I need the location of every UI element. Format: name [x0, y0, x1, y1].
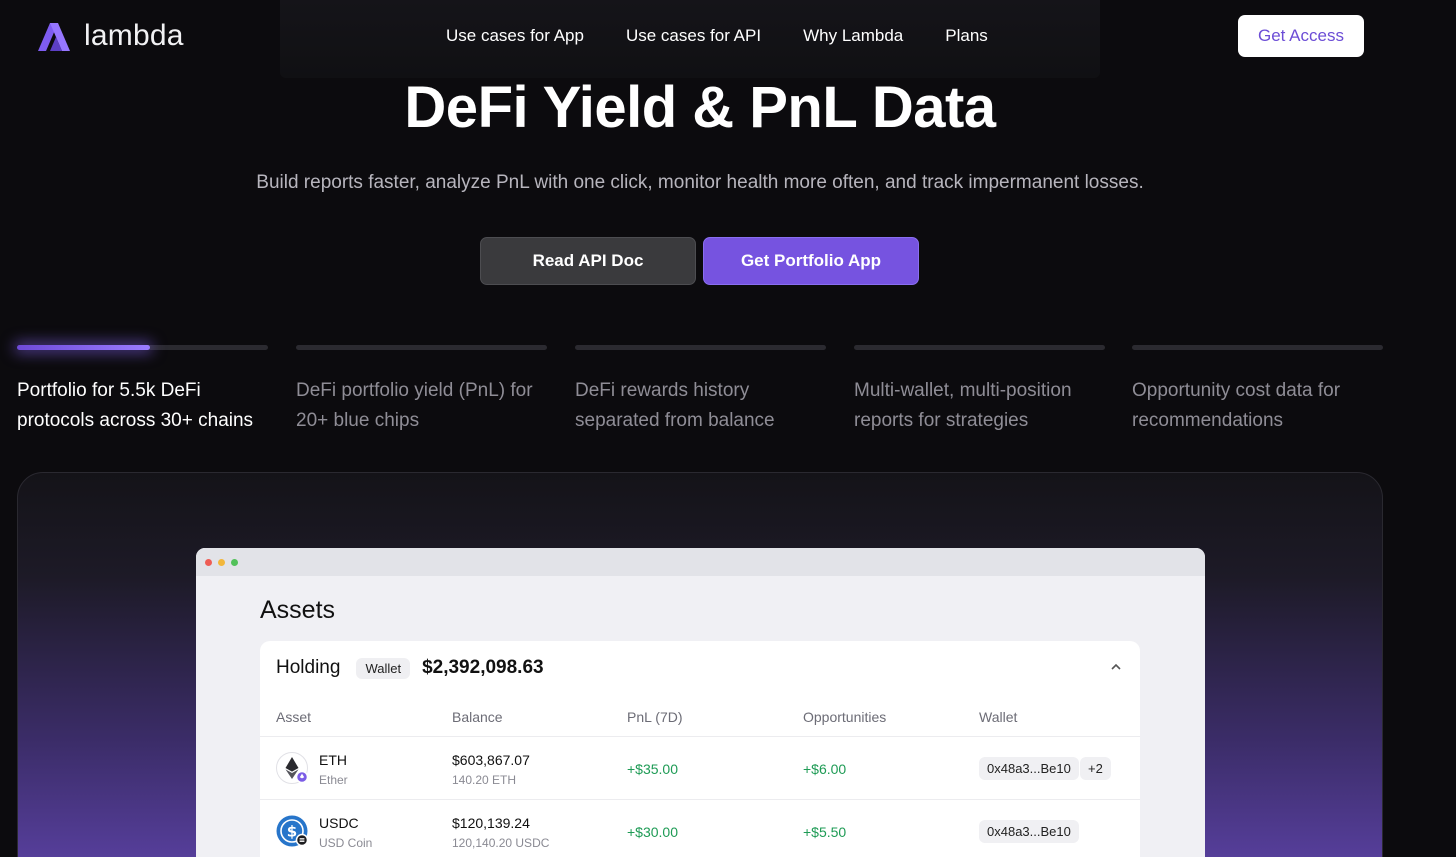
feature-progress-track — [854, 345, 1105, 350]
app-preview-window: Assets Holding Wallet $2,392,098.63 Asse… — [196, 548, 1205, 857]
holding-label: Holding — [276, 657, 341, 678]
feature-tab-multi-wallet[interactable]: Multi-wallet, multi-position reports for… — [854, 345, 1105, 436]
table-row[interactable]: ETH Ether $603,867.07 140.20 ETH +$35.00… — [276, 737, 1136, 799]
feature-tab-label: DeFi rewards history separated from bala… — [575, 380, 775, 431]
window-close-dot-icon — [205, 558, 212, 566]
feature-progress-track — [17, 345, 268, 350]
feature-tab-portfolio[interactable]: Portfolio for 5.5k DeFi protocols across… — [17, 345, 268, 436]
column-header-asset[interactable]: Asset — [276, 709, 311, 725]
nav-link-use-cases-api[interactable]: Use cases for API — [626, 26, 761, 46]
holding-header: Holding Wallet $2,392,098.63 — [276, 657, 544, 679]
column-header-balance[interactable]: Balance — [452, 709, 503, 725]
nav-link-why-lambda[interactable]: Why Lambda — [803, 26, 903, 46]
opportunities-value: +$6.00 — [803, 761, 847, 777]
read-api-doc-button[interactable]: Read API Doc — [480, 237, 696, 285]
asset-name: USD Coin — [319, 836, 373, 850]
column-header-pnl[interactable]: PnL (7D) — [627, 709, 683, 725]
table-row[interactable]: $ USDC USD Coin $120,139.24 120,140.20 U… — [276, 800, 1136, 857]
pnl-value: +$30.00 — [627, 824, 678, 840]
svg-text:$: $ — [287, 823, 297, 841]
wallet-address-chip[interactable]: 0x48a3...Be10 — [979, 820, 1079, 843]
hero-subtitle: Build reports faster, analyze PnL with o… — [256, 172, 1144, 193]
asset-name: Ether — [319, 773, 348, 787]
feature-tab-label: Multi-wallet, multi-position reports for… — [854, 380, 1072, 431]
feature-progress-track — [296, 345, 547, 350]
feature-tab-label: Portfolio for 5.5k DeFi protocols across… — [17, 380, 254, 431]
window-minimize-dot-icon — [218, 558, 225, 566]
hero-title: DeFi Yield & PnL Data — [404, 75, 996, 140]
asset-symbol: USDC — [319, 815, 359, 831]
feature-progress-fill — [17, 345, 151, 350]
assets-title: Assets — [260, 596, 336, 624]
column-header-opportunities[interactable]: Opportunities — [803, 709, 886, 725]
balance-units: 120,140.20 USDC — [452, 836, 550, 850]
feature-tab-opportunity[interactable]: Opportunity cost data for recommendation… — [1132, 345, 1383, 436]
feature-tab-label: Opportunity cost data for recommendation… — [1132, 380, 1341, 431]
feature-tab-yield[interactable]: DeFi portfolio yield (PnL) for 20+ blue … — [296, 345, 547, 436]
get-portfolio-app-button[interactable]: Get Portfolio App — [703, 237, 919, 285]
usdc-icon: $ — [276, 815, 308, 847]
nav-link-use-cases-app[interactable]: Use cases for App — [446, 26, 584, 46]
extra-wallets-chip[interactable]: +2 — [1080, 757, 1111, 780]
pnl-value: +$35.00 — [627, 761, 678, 777]
feature-progress-track — [1132, 345, 1383, 350]
feature-tab-rewards[interactable]: DeFi rewards history separated from bala… — [575, 345, 826, 436]
lambda-logo-icon — [38, 23, 70, 51]
column-header-wallet[interactable]: Wallet — [979, 709, 1017, 725]
asset-symbol: ETH — [319, 752, 347, 768]
feature-progress-track — [575, 345, 826, 350]
opportunities-value: +$5.50 — [803, 824, 847, 840]
ethereum-icon — [276, 752, 308, 784]
window-titlebar — [196, 548, 1205, 576]
feature-tab-label: DeFi portfolio yield (PnL) for 20+ blue … — [296, 380, 533, 431]
chevron-up-icon[interactable] — [1110, 663, 1122, 671]
balance-value: $603,867.07 — [452, 752, 530, 768]
holding-card: Holding Wallet $2,392,098.63 Asset Balan… — [260, 641, 1140, 857]
balance-value: $120,139.24 — [452, 815, 530, 831]
get-access-button[interactable]: Get Access — [1238, 15, 1364, 57]
main-nav: Use cases for App Use cases for API Why … — [446, 26, 988, 46]
wallet-address-chip[interactable]: 0x48a3...Be10 — [979, 757, 1079, 780]
brand-logo[interactable]: lambda — [36, 19, 184, 53]
nav-link-plans[interactable]: Plans — [945, 26, 988, 46]
wallet-badge: Wallet — [356, 657, 411, 679]
window-maximize-dot-icon — [231, 558, 238, 566]
balance-units: 140.20 ETH — [452, 773, 517, 787]
brand-name: lambda — [84, 19, 184, 52]
holding-total: $2,392,098.63 — [422, 657, 544, 678]
